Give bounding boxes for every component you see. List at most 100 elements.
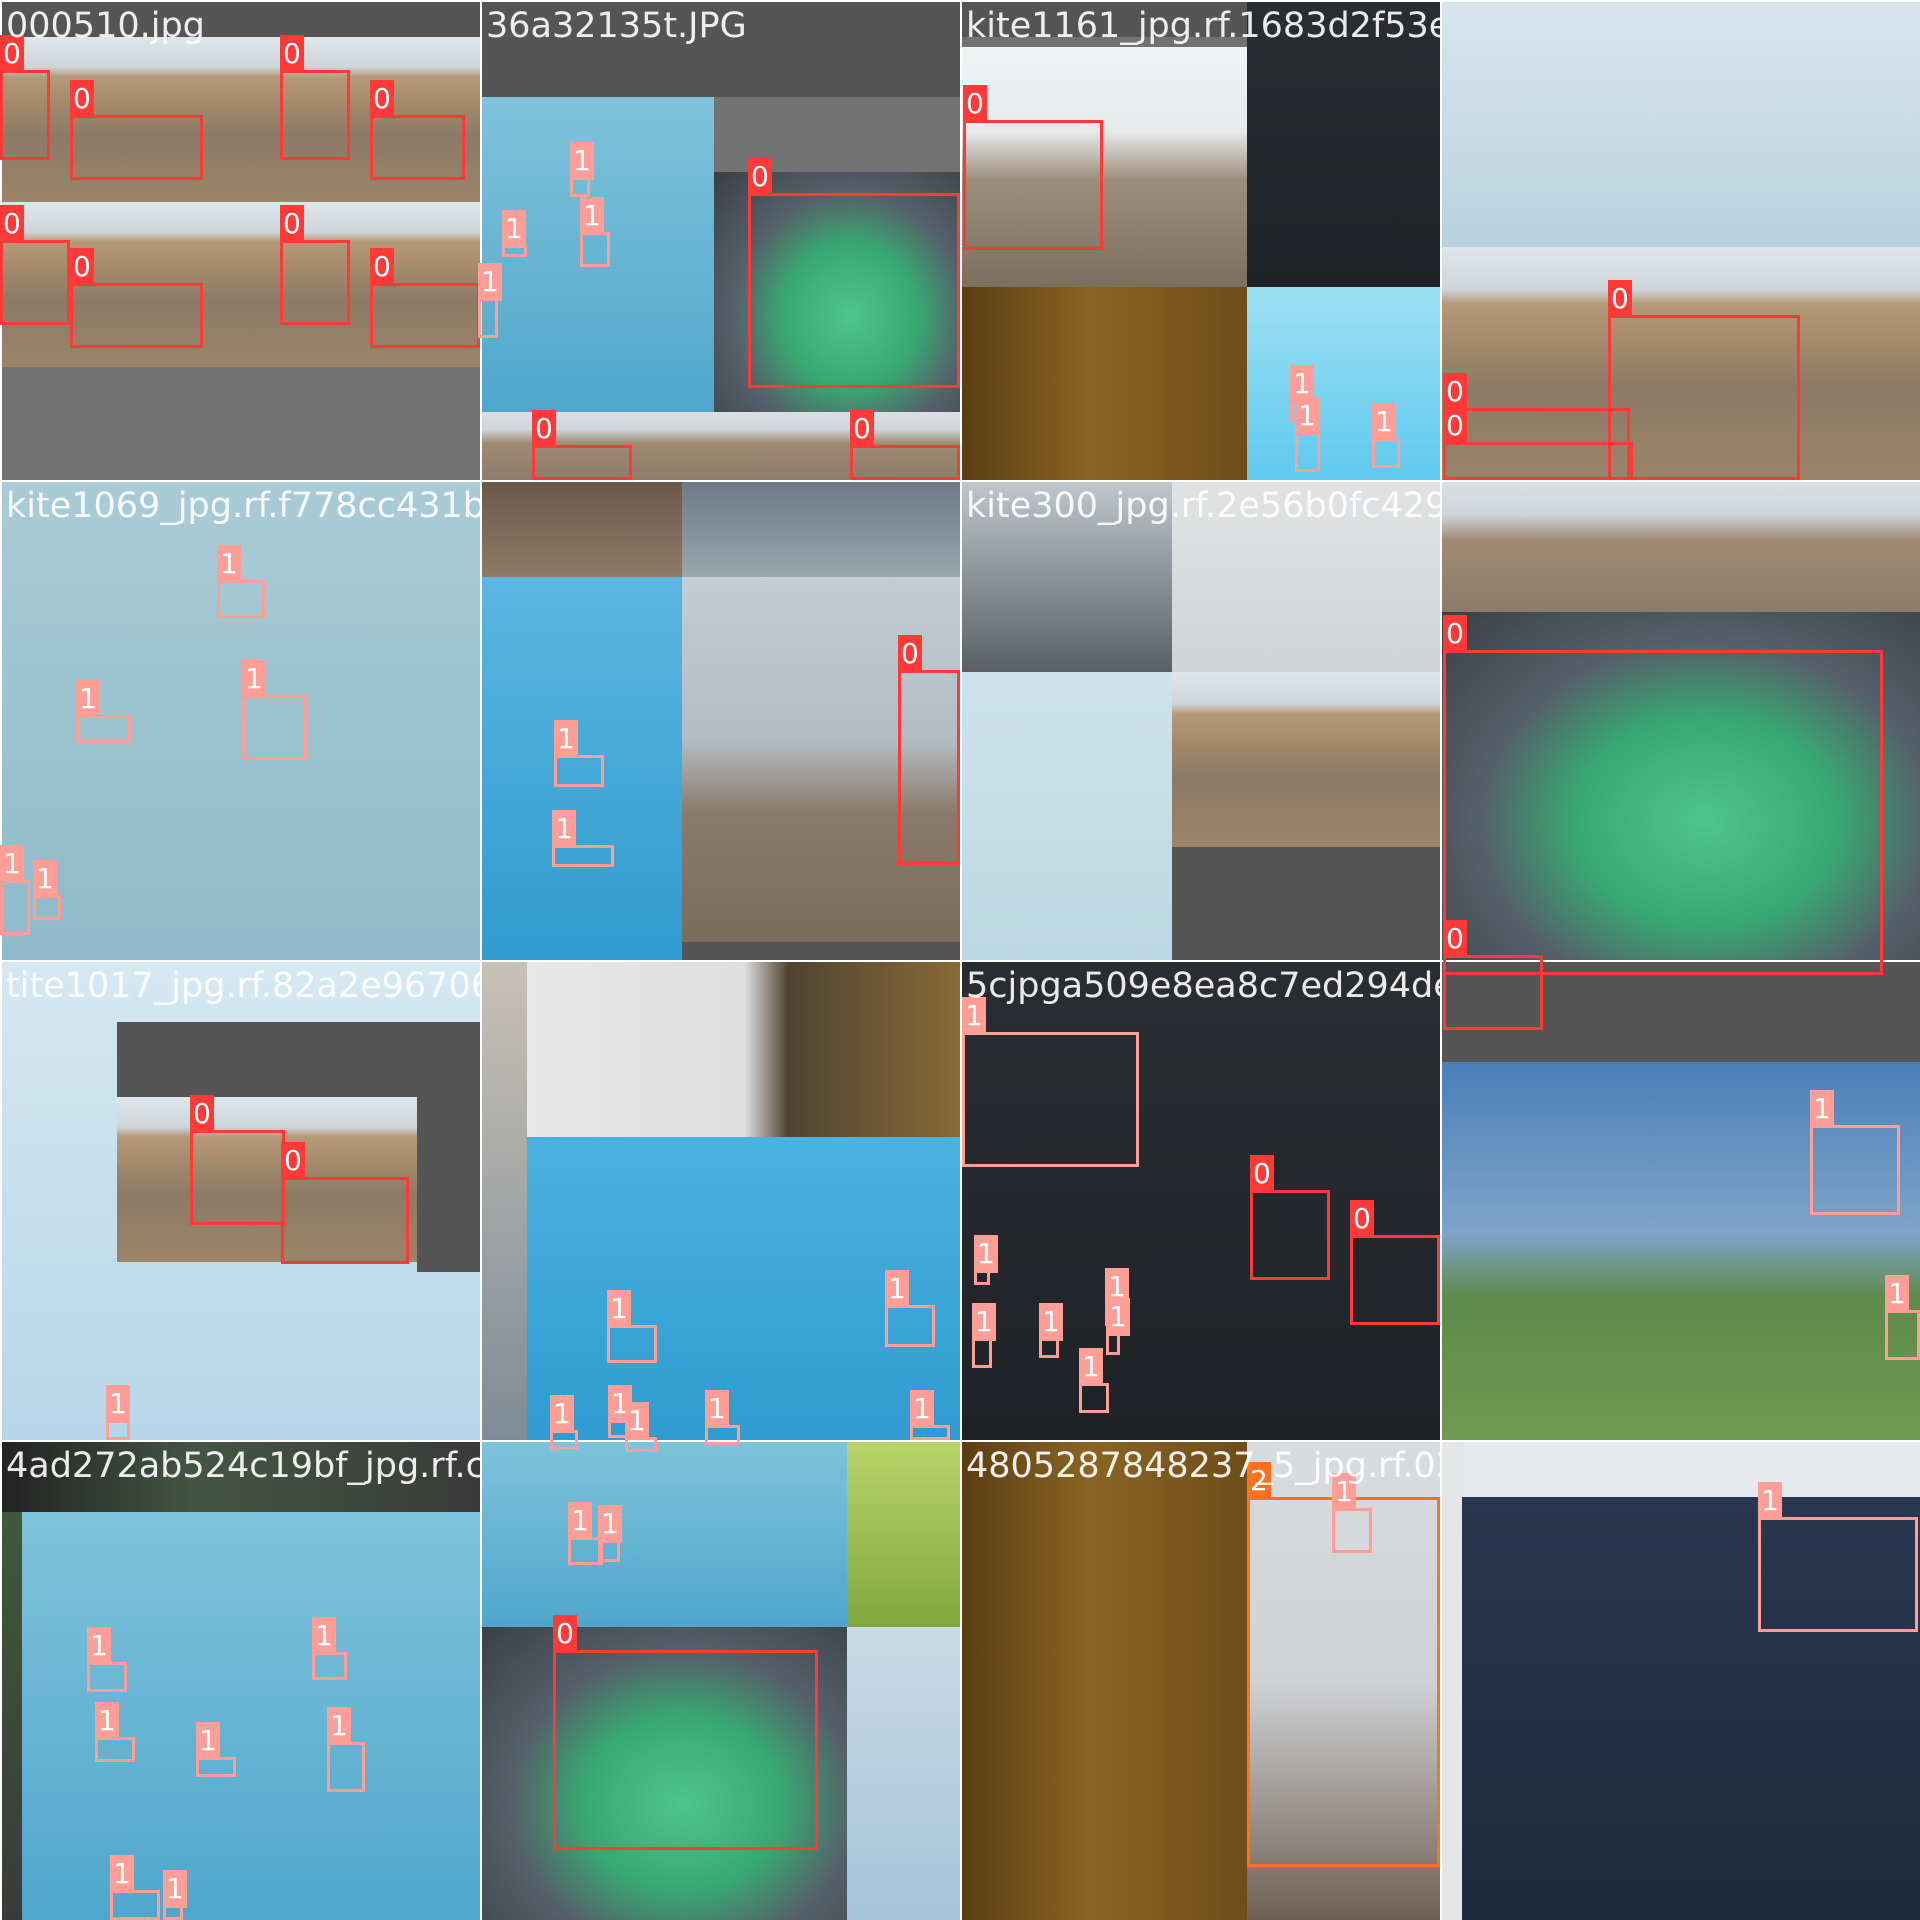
tile-image-segment: [482, 962, 527, 1440]
tile-image-segment: [2, 1512, 22, 1920]
tile-image-segment: [962, 482, 1172, 672]
detection-class-label: 0: [1443, 407, 1467, 445]
detection-class-label: 2: [1247, 1462, 1271, 1500]
detection-box: 1: [1079, 1348, 1109, 1413]
detection-box: 1: [1810, 1090, 1900, 1215]
detection-box: 1: [910, 1390, 950, 1440]
detection-class-label: 1: [972, 1303, 996, 1341]
detection-class-label: 1: [1332, 1473, 1356, 1511]
detection-class-label: 1: [1372, 403, 1396, 441]
detection-class-label: 1: [502, 210, 526, 248]
detection-box: 1: [217, 545, 265, 618]
detection-class-label: 1: [1106, 1298, 1130, 1336]
detection-class-label: 0: [553, 1615, 577, 1653]
detection-class-label: 0: [898, 635, 922, 673]
detection-class-label: 1: [962, 997, 986, 1035]
detection-class-label: 0: [190, 1095, 214, 1133]
detection-class-label: 1: [163, 1870, 187, 1908]
detection-class-label: 1: [568, 1502, 592, 1540]
detection-box: 0: [1350, 1200, 1440, 1325]
tile-image-segment: [847, 1442, 960, 1627]
detection-class-label: 0: [0, 35, 24, 73]
detection-box: 0: [850, 410, 960, 480]
tile-image-segment: [1442, 1062, 1920, 1440]
detection-box: 1: [625, 1402, 657, 1452]
detection-class-label: 0: [281, 1142, 305, 1180]
detection-box: 0: [190, 1095, 285, 1225]
detection-box: 1: [1295, 397, 1320, 472]
detection-box: 1: [1372, 403, 1400, 468]
detection-class-label: 0: [1608, 280, 1632, 318]
detection-class-label: 1: [1885, 1275, 1909, 1313]
detection-box: 1: [33, 860, 61, 920]
detection-class-label: 1: [570, 142, 594, 180]
detection-box: 1: [95, 1702, 135, 1762]
detection-class-label: 1: [478, 263, 502, 301]
detection-box: 1: [106, 1385, 130, 1440]
detection-box: 0: [898, 635, 960, 865]
tile-image-segment: [1442, 482, 1920, 612]
tile-image-segment: [1442, 2, 1920, 247]
tile-image-segment: [1247, 287, 1440, 480]
detection-class-label: 1: [625, 1402, 649, 1440]
detection-class-label: 0: [850, 410, 874, 448]
detection-class-label: 1: [1810, 1090, 1834, 1128]
detection-box: 0: [1443, 615, 1883, 975]
detection-box: 0: [1608, 280, 1800, 480]
detection-class-label: 1: [196, 1722, 220, 1760]
tile-image-segment: [2, 2, 480, 37]
detection-class-label: 1: [705, 1390, 729, 1428]
detection-box: 1: [242, 660, 307, 760]
tile-image-segment: [1172, 672, 1440, 847]
detection-box: 1: [196, 1722, 236, 1777]
detection-class-label: 1: [217, 545, 241, 583]
mosaic-tile: kite1069_jpg.rf.f778cc431b6b0fe2740jpg7d…: [2, 482, 480, 960]
mosaic-tile: [1442, 1442, 1920, 1920]
detection-box: 0: [748, 158, 960, 388]
tile-image-segment: [682, 942, 960, 960]
detection-class-label: 1: [1758, 1482, 1782, 1520]
detection-box: 0: [370, 80, 465, 180]
tile-image-segment: [682, 482, 960, 577]
detection-class-label: 0: [1250, 1155, 1274, 1193]
tile-image-segment: [962, 1442, 1247, 1920]
tile-image-segment: [1172, 482, 1440, 672]
detection-box: 1: [962, 997, 1139, 1167]
detection-class-label: 0: [70, 248, 94, 286]
detection-class-label: 0: [280, 35, 304, 73]
detection-box: 1: [550, 1395, 578, 1450]
mosaic-tile: 4ad272ab524c19bf_jpg.rf.c06eb2a2c642e136…: [2, 1442, 480, 1920]
detection-box: 0: [532, 410, 632, 480]
detection-box: 1: [972, 1303, 996, 1368]
tile-image-segment: [527, 962, 960, 1137]
detection-class-label: 0: [370, 248, 394, 286]
detection-class-label: 1: [312, 1617, 336, 1655]
detection-class-label: 0: [532, 410, 556, 448]
detection-class-label: 1: [1039, 1303, 1063, 1341]
detection-box: 0: [0, 35, 50, 160]
detection-class-label: 1: [550, 1395, 574, 1433]
detection-box: 0: [0, 205, 70, 325]
detection-box: 1: [478, 263, 502, 338]
detection-box: 1: [580, 197, 610, 267]
detection-box: 1: [76, 680, 131, 743]
detection-box: 0: [70, 248, 203, 348]
detection-class-label: 0: [1443, 615, 1467, 653]
tile-image-segment: [1462, 1442, 1920, 1497]
detection-box: 1: [312, 1617, 347, 1680]
detection-box: 1: [327, 1707, 365, 1792]
detection-box: 1: [598, 1505, 622, 1562]
detection-box: 1: [607, 1290, 657, 1363]
detection-class-label: 1: [95, 1702, 119, 1740]
detection-box: 0: [70, 80, 203, 180]
detection-box: 1: [554, 720, 604, 787]
detection-class-label: 1: [598, 1505, 622, 1543]
detection-class-label: 1: [87, 1627, 111, 1665]
tile-image-segment: [1442, 1442, 1462, 1920]
detection-box: 1: [705, 1390, 740, 1445]
tile-image-segment: [847, 1627, 960, 1920]
detection-box: 0: [553, 1615, 818, 1850]
detection-class-label: 1: [1079, 1348, 1103, 1386]
detection-box: 0: [280, 35, 350, 160]
detection-box: 1: [110, 1855, 160, 1920]
